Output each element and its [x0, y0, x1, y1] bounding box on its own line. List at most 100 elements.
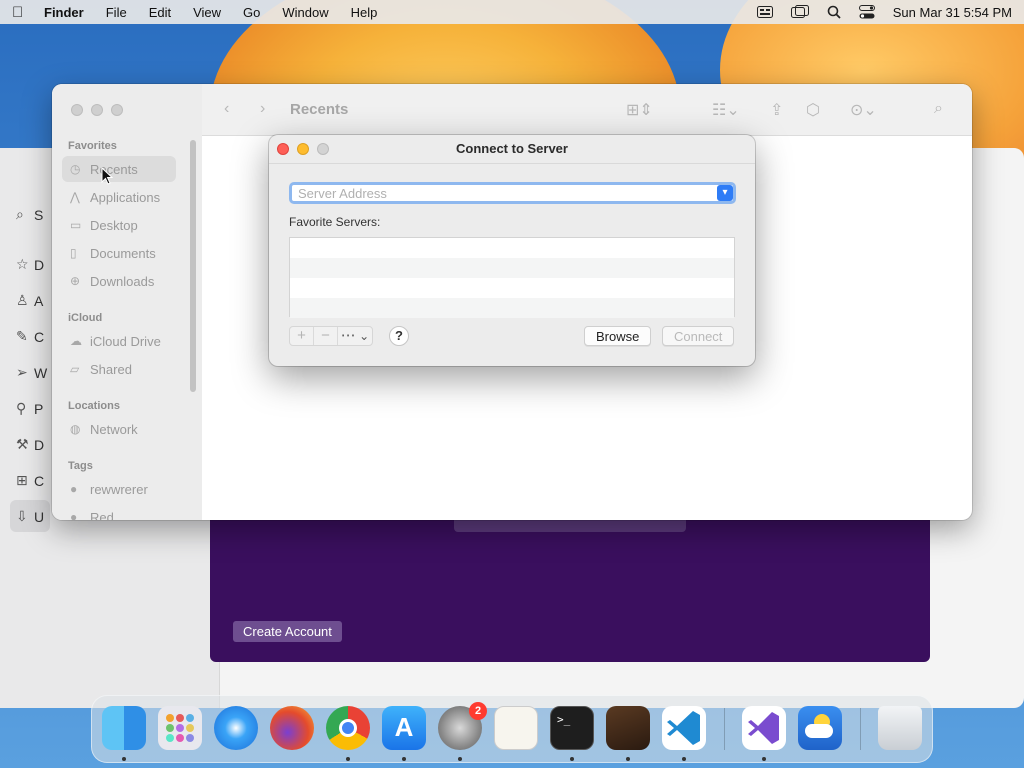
server-address-field[interactable]: ▾: [289, 182, 736, 204]
back-sidebar-item[interactable]: ✎ C: [16, 328, 44, 345]
back-sidebar-item[interactable]: ⚒ D: [16, 436, 44, 453]
arcade-icon: ♙: [16, 292, 29, 308]
tag-dot-icon: ●: [70, 510, 78, 520]
connect-to-server-dialog: Connect to Server ▾ Favorite Servers: + …: [269, 135, 755, 366]
chevron-down-icon[interactable]: ▾: [717, 185, 733, 201]
back-sidebar-item[interactable]: ⚲ P: [16, 400, 43, 417]
running-indicator: [626, 757, 630, 761]
sidebar-item-recents[interactable]: ◷ Recents: [62, 156, 176, 182]
favorite-servers-label: Favorite Servers:: [289, 215, 381, 229]
sidebar-item-downloads[interactable]: ⊕ Downloads: [62, 268, 176, 294]
download-icon: ⇩: [16, 508, 28, 524]
more-actions-icon[interactable]: ⊙⌄: [850, 100, 877, 120]
back-chevron-icon[interactable]: ‹: [224, 100, 229, 118]
finder-toolbar: ‹ › Recents ⊞⇕ ☷⌄ ⇪ ⬡ ⊙⌄ ⌕: [202, 84, 972, 136]
app-store-app-icon[interactable]: A: [382, 706, 426, 750]
back-sidebar-item[interactable]: ⊞ C: [16, 472, 44, 489]
visual-studio-app-icon[interactable]: [742, 706, 786, 750]
list-item[interactable]: [290, 238, 734, 258]
menu-file[interactable]: File: [106, 5, 127, 20]
cloud-shape: [805, 724, 833, 738]
spotlight-search-icon[interactable]: [827, 5, 841, 19]
minimize-button[interactable]: [91, 104, 103, 116]
group-icon[interactable]: ☷⌄: [712, 100, 740, 120]
dock: A 2 >_: [91, 695, 933, 763]
list-item[interactable]: [290, 278, 734, 298]
screen-mirroring-icon[interactable]: [790, 5, 809, 19]
back-sidebar-item[interactable]: ⌕ S: [16, 206, 43, 223]
back-sidebar-item[interactable]: ⇩ U: [16, 508, 44, 525]
connect-button[interactable]: Connect: [662, 326, 735, 346]
close-button[interactable]: [71, 104, 83, 116]
sidebar-item-applications[interactable]: ⋀ Applications: [62, 184, 176, 210]
running-indicator: [402, 757, 406, 761]
garageband-app-icon[interactable]: [606, 706, 650, 750]
remove-server-button[interactable]: −: [314, 327, 338, 345]
search-icon[interactable]: ⌕: [934, 100, 943, 118]
textedit-app-icon[interactable]: [494, 706, 538, 750]
shared-folder-icon: ▱: [70, 362, 80, 376]
menu-view[interactable]: View: [193, 5, 221, 20]
app-store-glyph: A: [394, 712, 414, 742]
zoom-button[interactable]: [111, 104, 123, 116]
favorite-servers-list[interactable]: [289, 237, 735, 318]
sidebar-item-shared[interactable]: ▱ Shared: [62, 356, 176, 382]
running-indicator: [570, 757, 574, 761]
create-account-button[interactable]: Create Account: [233, 621, 342, 642]
back-sidebar-item[interactable]: ♙ A: [16, 292, 43, 309]
chrome-app-icon[interactable]: [326, 706, 370, 750]
sidebar-item-network[interactable]: ◍ Network: [62, 416, 176, 442]
server-address-input[interactable]: [298, 185, 708, 201]
menu-app-name[interactable]: Finder: [44, 5, 84, 20]
grid-icon: ⊞: [16, 472, 28, 488]
back-sidebar-item[interactable]: ☆ D: [16, 256, 44, 273]
help-button[interactable]: ?: [389, 326, 409, 346]
tag-dot-icon: ●: [70, 482, 78, 496]
trash-app-icon[interactable]: [878, 706, 922, 750]
sidebar-item-tag[interactable]: ● rewwrerer: [62, 476, 176, 502]
launchpad-app-icon[interactable]: [158, 706, 202, 750]
sidebar-item-icloud-drive[interactable]: ☁ iCloud Drive: [62, 328, 176, 354]
terminal-prompt-glyph: >_: [557, 713, 571, 726]
list-item[interactable]: [290, 298, 734, 318]
sidebar-scrollbar[interactable]: [190, 140, 196, 392]
applications-icon: ⋀: [70, 190, 80, 204]
control-center-icon[interactable]: [858, 5, 875, 19]
paper-plane-icon: ➢: [16, 364, 28, 380]
more-options-button[interactable]: ⋯ ⌄: [338, 327, 372, 345]
menu-window[interactable]: Window: [282, 5, 328, 20]
cloud-icon: ☁: [70, 334, 82, 348]
menu-go[interactable]: Go: [243, 5, 260, 20]
input-source-icon[interactable]: [756, 6, 773, 18]
safari-app-icon[interactable]: [214, 706, 258, 750]
desktop-icon: ▭: [70, 218, 82, 232]
tag-icon[interactable]: ⬡: [806, 100, 820, 120]
vscode-app-icon[interactable]: [662, 706, 706, 750]
add-server-button[interactable]: +: [290, 327, 314, 345]
menu-help[interactable]: Help: [351, 5, 378, 20]
menu-clock[interactable]: Sun Mar 31 5:54 PM: [893, 5, 1012, 20]
rocket-icon: ⚲: [16, 400, 27, 416]
list-item[interactable]: [290, 258, 734, 278]
sidebar-item-documents[interactable]: ▯ Documents: [62, 240, 176, 266]
menu-extras: Sun Mar 31 5:54 PM: [756, 5, 1012, 20]
sidebar-item-desktop[interactable]: ▭ Desktop: [62, 212, 176, 238]
view-grid-icon[interactable]: ⊞⇕: [626, 100, 653, 120]
section-tags: Tags: [68, 460, 93, 472]
firefox-app-icon[interactable]: [270, 706, 314, 750]
brush-icon: ✎: [16, 328, 28, 344]
window-controls: [71, 104, 123, 116]
running-indicator: [346, 757, 350, 761]
share-icon[interactable]: ⇪: [770, 100, 783, 120]
forward-chevron-icon[interactable]: ›: [260, 100, 265, 118]
finder-app-icon[interactable]: [102, 706, 146, 750]
back-sidebar-item[interactable]: ➢ W: [16, 364, 47, 381]
dialog-title: Connect to Server: [456, 141, 568, 156]
menu-edit[interactable]: Edit: [149, 5, 171, 20]
weather-app-icon[interactable]: [798, 706, 842, 750]
sidebar-item-tag-red[interactable]: ● Red: [62, 504, 176, 521]
browse-button[interactable]: Browse: [584, 326, 652, 346]
terminal-app-icon[interactable]: >_: [550, 706, 594, 750]
apple-menu-icon[interactable]: : [12, 4, 40, 21]
dock-divider: [860, 708, 861, 750]
